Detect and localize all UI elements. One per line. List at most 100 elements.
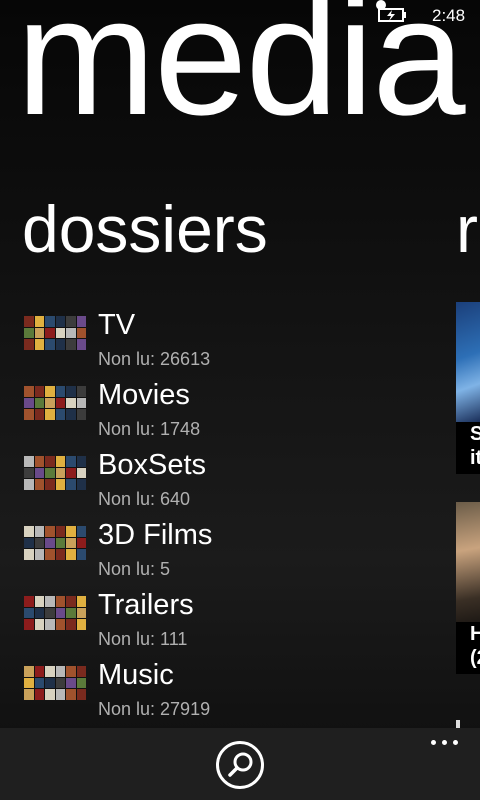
tv-collage-icon bbox=[24, 316, 86, 350]
collage-cell bbox=[55, 549, 65, 560]
collage-cell bbox=[34, 596, 44, 607]
folder-name: 3D Films bbox=[98, 519, 213, 551]
collage-cell bbox=[34, 479, 44, 490]
collage-cell bbox=[66, 596, 76, 607]
collage-cell bbox=[55, 327, 65, 339]
collage-cell bbox=[76, 327, 86, 339]
music-collage-icon bbox=[24, 666, 86, 700]
collage-cell bbox=[34, 666, 44, 677]
trailers-collage-icon bbox=[24, 596, 86, 630]
folder-list: TV Non lu: 26613 Movies Non lu: 1748 Box… bbox=[24, 308, 444, 728]
recent-item-peek[interactable] bbox=[456, 716, 480, 728]
3d-films-collage-icon bbox=[24, 526, 86, 560]
folder-unread-count: Non lu: 1748 bbox=[98, 419, 201, 439]
collage-cell bbox=[66, 386, 76, 397]
collage-cell bbox=[24, 456, 34, 467]
collage-cell bbox=[76, 549, 86, 560]
ellipsis-dot bbox=[442, 740, 447, 745]
collage-cell bbox=[45, 327, 55, 339]
collage-cell bbox=[24, 339, 34, 350]
collage-cell bbox=[66, 479, 76, 490]
collage-cell bbox=[76, 619, 86, 630]
collage-cell bbox=[45, 386, 55, 397]
collage-cell bbox=[76, 397, 86, 409]
folder-name: Trailers bbox=[98, 589, 194, 621]
collage-cell bbox=[34, 689, 44, 700]
collage-cell bbox=[24, 409, 34, 420]
collage-cell bbox=[55, 339, 65, 350]
collage-cell bbox=[45, 689, 55, 700]
folder-item-tv[interactable]: TV Non lu: 26613 bbox=[24, 308, 444, 378]
collage-cell bbox=[45, 526, 55, 537]
collage-cell bbox=[55, 596, 65, 607]
collage-cell bbox=[76, 537, 86, 549]
poster-thumbnail bbox=[456, 502, 480, 622]
collage-cell bbox=[45, 397, 55, 409]
search-button[interactable] bbox=[216, 741, 264, 789]
poster-thumbnail bbox=[456, 302, 480, 422]
folder-item-movies[interactable]: Movies Non lu: 1748 bbox=[24, 378, 444, 448]
collage-cell bbox=[66, 549, 76, 560]
collage-cell bbox=[55, 479, 65, 490]
collage-cell bbox=[45, 316, 55, 327]
collage-cell bbox=[55, 526, 65, 537]
collage-cell bbox=[55, 666, 65, 677]
collage-cell bbox=[45, 467, 55, 479]
folder-unread-count: Non lu: 5 bbox=[98, 559, 171, 579]
collage-cell bbox=[34, 549, 44, 560]
boxsets-collage-icon bbox=[24, 456, 86, 490]
collage-cell bbox=[76, 316, 86, 327]
collage-cell bbox=[55, 607, 65, 619]
collage-cell bbox=[24, 327, 34, 339]
recent-item-caption: S it bbox=[456, 422, 480, 474]
collage-cell bbox=[24, 537, 34, 549]
collage-cell bbox=[76, 526, 86, 537]
folder-item-trailers[interactable]: Trailers Non lu: 111 bbox=[24, 588, 444, 658]
folder-name: TV bbox=[98, 309, 136, 341]
movies-collage-icon bbox=[24, 386, 86, 420]
recent-item-peek[interactable]: H (2 bbox=[456, 502, 480, 674]
collage-cell bbox=[34, 537, 44, 549]
folder-name: Music bbox=[98, 659, 174, 691]
collage-cell bbox=[34, 526, 44, 537]
collage-cell bbox=[34, 607, 44, 619]
more-ellipsis-icon[interactable] bbox=[428, 736, 460, 750]
collage-cell bbox=[66, 607, 76, 619]
caption-line: it bbox=[470, 447, 480, 469]
section-title-dossiers[interactable]: dossiers bbox=[22, 196, 268, 262]
collage-cell bbox=[34, 316, 44, 327]
next-section-peek[interactable]: r bbox=[456, 196, 478, 262]
collage-cell bbox=[34, 386, 44, 397]
poster-edge bbox=[456, 720, 460, 728]
collage-cell bbox=[66, 456, 76, 467]
collage-cell bbox=[76, 677, 86, 689]
collage-cell bbox=[76, 386, 86, 397]
recent-item-peek[interactable]: S it bbox=[456, 302, 480, 474]
collage-cell bbox=[24, 386, 34, 397]
collage-cell bbox=[34, 619, 44, 630]
collage-cell bbox=[24, 526, 34, 537]
folder-unread-count: Non lu: 26613 bbox=[98, 349, 211, 369]
collage-cell bbox=[34, 677, 44, 689]
collage-cell bbox=[55, 456, 65, 467]
folder-item-3d-films[interactable]: 3D Films Non lu: 5 bbox=[24, 518, 444, 588]
collage-cell bbox=[76, 339, 86, 350]
folder-item-boxsets[interactable]: BoxSets Non lu: 640 bbox=[24, 448, 444, 518]
ellipsis-dot bbox=[431, 740, 436, 745]
collage-cell bbox=[76, 607, 86, 619]
collage-cell bbox=[66, 339, 76, 350]
collage-cell bbox=[24, 397, 34, 409]
collage-cell bbox=[55, 677, 65, 689]
collage-cell bbox=[45, 596, 55, 607]
folder-item-music[interactable]: Music Non lu: 27919 bbox=[24, 658, 444, 728]
collage-cell bbox=[66, 316, 76, 327]
collage-cell bbox=[76, 467, 86, 479]
collage-cell bbox=[66, 677, 76, 689]
collage-cell bbox=[24, 607, 34, 619]
app-bar bbox=[0, 728, 480, 800]
collage-cell bbox=[24, 467, 34, 479]
collage-cell bbox=[24, 479, 34, 490]
collage-cell bbox=[55, 386, 65, 397]
collage-cell bbox=[76, 689, 86, 700]
collage-cell bbox=[45, 409, 55, 420]
